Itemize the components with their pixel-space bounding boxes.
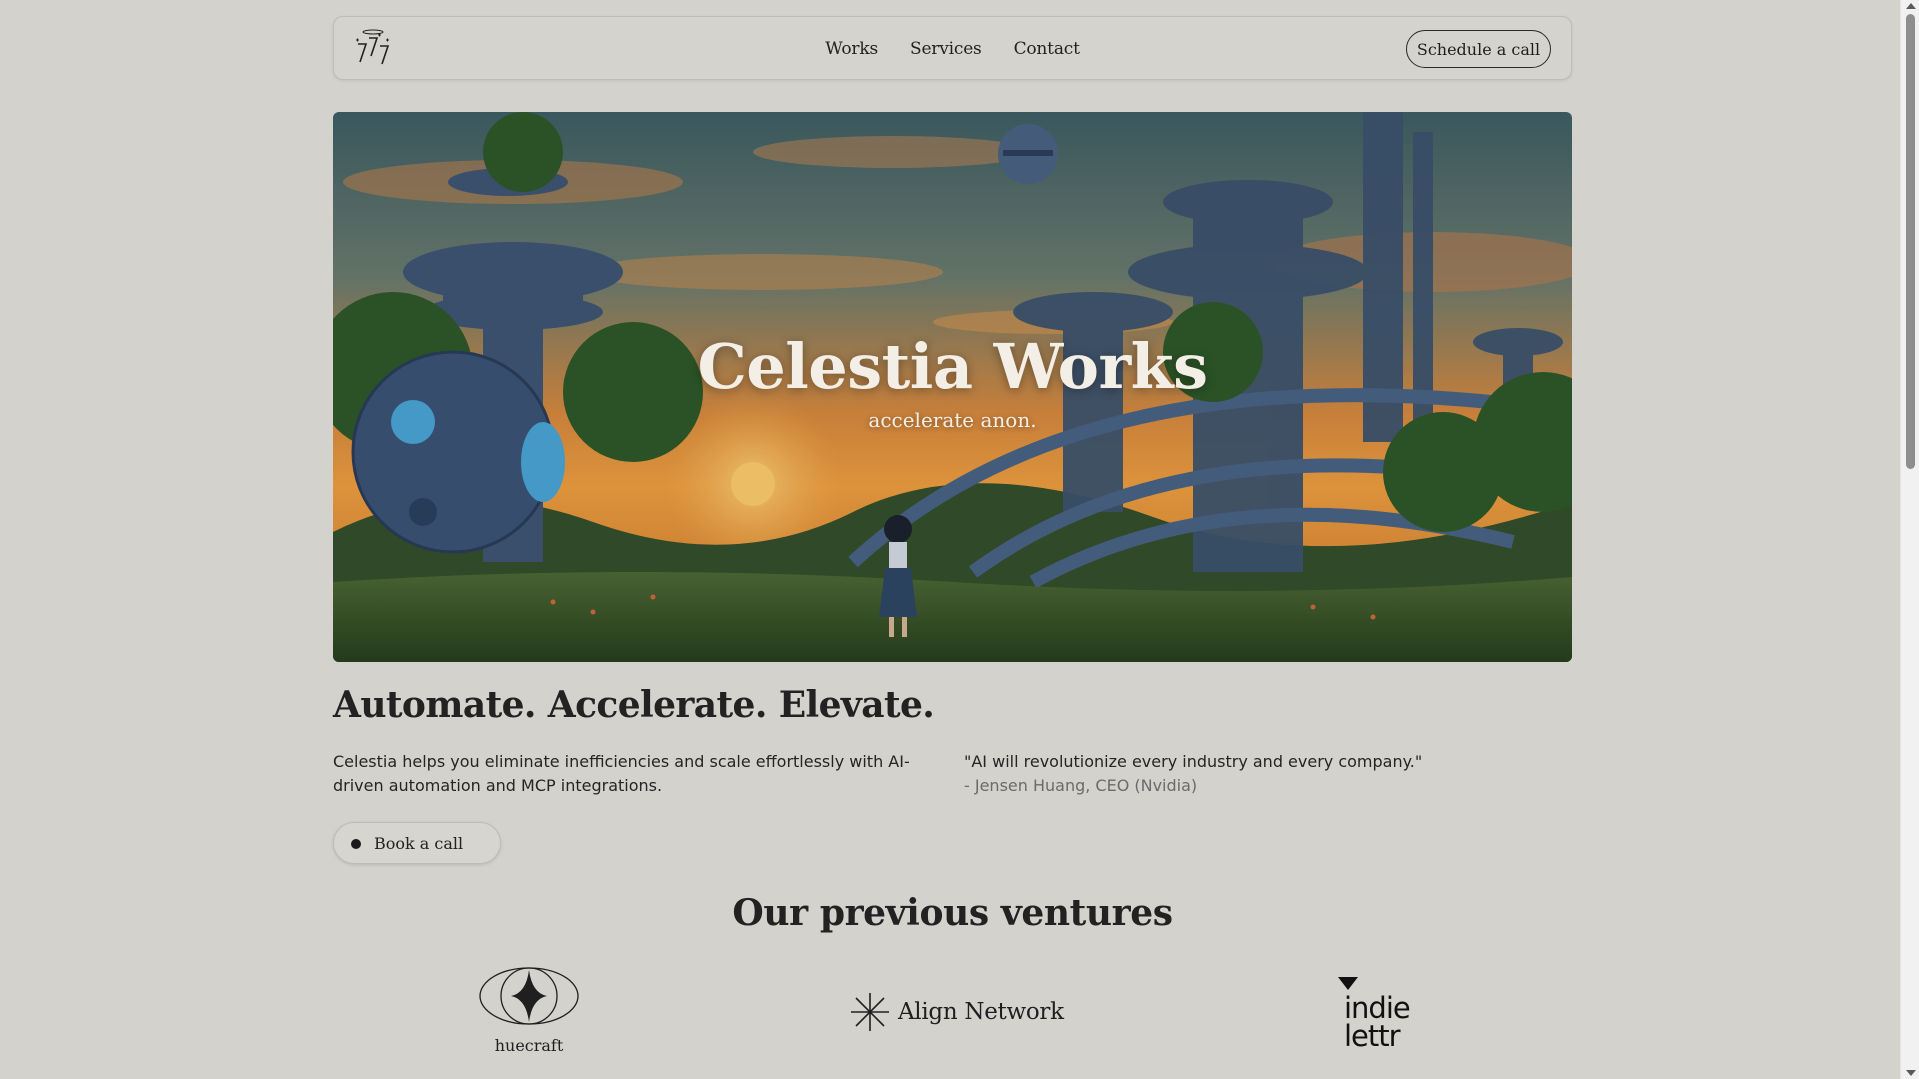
- quote-author: - Jensen Huang, CEO (Nvidia): [964, 776, 1198, 795]
- triangle-icon: [1338, 977, 1358, 990]
- vertical-scrollbar[interactable]: [1900, 0, 1919, 1079]
- venture-name: huecraft: [494, 1036, 564, 1055]
- book-call-button[interactable]: Book a call: [333, 822, 501, 864]
- main-headline: Automate. Accelerate. Elevate.: [333, 684, 935, 726]
- page: Works Services Contact Schedule a call C…: [0, 0, 1900, 1079]
- testimonial-quote: "AI will revolutionize every industry an…: [964, 750, 1524, 798]
- nav-link-services[interactable]: Services: [910, 39, 982, 59]
- venture-name-line2: lettr: [1344, 1019, 1401, 1053]
- scroll-up-icon[interactable]: [1906, 3, 1916, 9]
- four-point-star-ellipse-icon: [479, 967, 579, 1025]
- dot-icon: [351, 839, 361, 849]
- venture-name: Align Network: [898, 999, 1064, 1025]
- scroll-thumb[interactable]: [1906, 14, 1915, 469]
- venture-align-network[interactable]: Align Network: [850, 990, 1064, 1034]
- venture-indie-lettr[interactable]: indie lettr: [1336, 975, 1416, 1057]
- intro-description: Celestia helps you eliminate inefficienc…: [333, 752, 910, 795]
- hero-banner: Celestia Works accelerate anon.: [333, 112, 1572, 662]
- nav-link-works[interactable]: Works: [825, 39, 878, 59]
- schedule-call-button[interactable]: Schedule a call: [1406, 30, 1551, 68]
- book-call-label: Book a call: [374, 833, 464, 853]
- scroll-down-icon[interactable]: [1906, 1070, 1916, 1076]
- hero-title: Celestia Works: [697, 330, 1208, 403]
- asterisk-star-icon: [851, 993, 889, 1031]
- quote-text: "AI will revolutionize every industry an…: [964, 752, 1423, 771]
- ventures-title: Our previous ventures: [732, 892, 1173, 934]
- hero-subtitle: accelerate anon.: [868, 408, 1037, 432]
- logo-icon[interactable]: [352, 27, 394, 69]
- top-navbar: Works Services Contact Schedule a call: [333, 16, 1572, 80]
- nav-links: Works Services Contact: [334, 17, 1571, 81]
- venture-huecraft[interactable]: huecraft: [477, 966, 581, 1058]
- nav-link-contact[interactable]: Contact: [1014, 39, 1080, 59]
